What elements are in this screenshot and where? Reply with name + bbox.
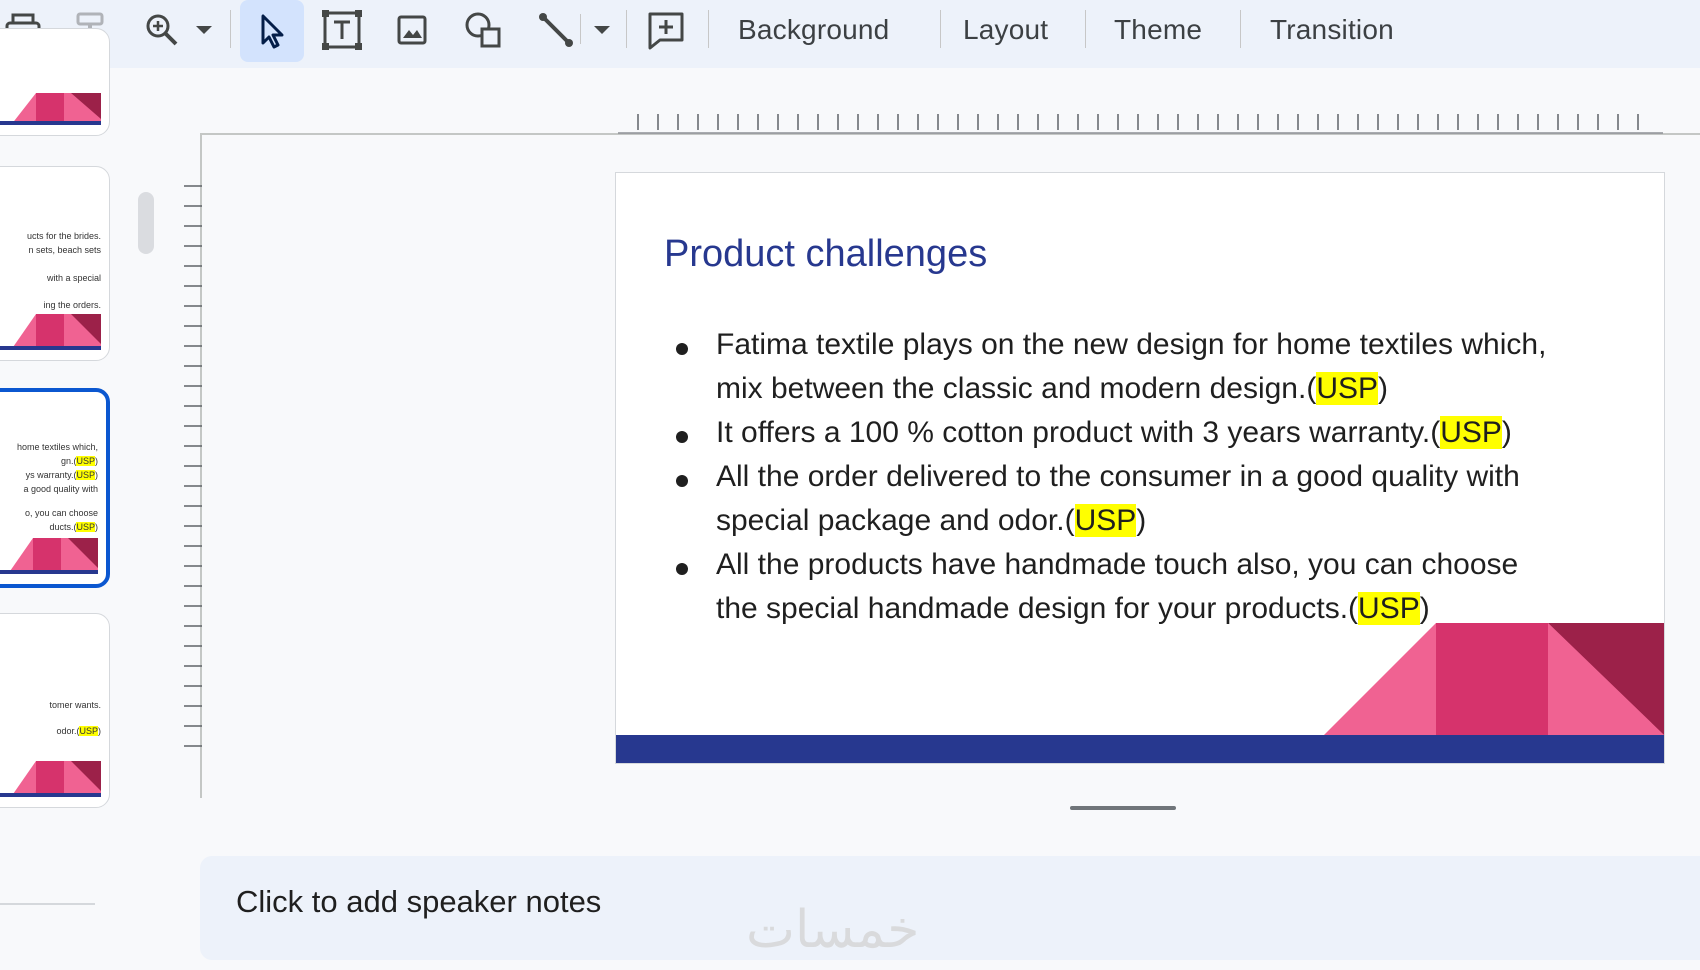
thumbnail-text: ducts.(USP) xyxy=(49,522,98,532)
slide[interactable]: Product challenges Fatima textile plays … xyxy=(615,172,1665,764)
text-box-icon[interactable] xyxy=(320,8,364,52)
transition-button[interactable]: Transition xyxy=(1270,10,1394,50)
toolbar-divider xyxy=(708,10,709,48)
toolbar-divider xyxy=(940,10,941,48)
thumbnail-text: home textiles which, xyxy=(16,442,98,452)
line-icon[interactable] xyxy=(534,8,578,52)
bullet-item[interactable]: Fatima textile plays on the new design f… xyxy=(664,323,1664,411)
usp-highlight: USP xyxy=(1074,504,1137,537)
bullet-text: ) xyxy=(1501,416,1512,449)
thumbnail-text: ucts for the brides. xyxy=(26,231,101,241)
filmstrip-divider xyxy=(0,903,95,905)
thumbnail-text: n sets, beach sets xyxy=(28,245,101,255)
toolbar-divider xyxy=(1240,10,1241,48)
bullet-item[interactable]: All the products have handmade touch als… xyxy=(664,543,1664,631)
bullet-text: It offers a 100 % cotton product with 3 … xyxy=(716,416,1441,449)
filmstrip-scrollbar[interactable] xyxy=(138,192,154,254)
toolbar-divider xyxy=(230,10,231,48)
bullet-text: ) xyxy=(1378,372,1388,405)
line-dropdown-chevron-down-icon[interactable] xyxy=(592,20,612,40)
bullet-text: All the order delivered to the consumer … xyxy=(716,460,1520,493)
speaker-notes[interactable]: Click to add speaker notes xyxy=(200,856,1700,960)
speaker-notes-placeholder[interactable]: Click to add speaker notes xyxy=(236,884,601,920)
slide-title[interactable]: Product challenges xyxy=(664,233,987,276)
thumbnail-decoration xyxy=(0,538,98,574)
slide-thumbnail-4[interactable]: tomer wants. odor.(USP) xyxy=(0,613,110,808)
thumbnail-decoration xyxy=(0,761,101,797)
select-icon[interactable] xyxy=(240,0,304,62)
slide-footer-band xyxy=(616,735,1664,763)
thumbnail-decoration xyxy=(0,93,101,125)
usp-highlight: USP xyxy=(1316,372,1378,405)
usp-highlight: USP xyxy=(1358,592,1420,625)
thumbnail-text: ys warranty.(USP) xyxy=(25,470,98,480)
thumbnail-text: tomer wants. xyxy=(49,700,101,710)
bullet-text: ) xyxy=(1136,504,1147,537)
bullet-dot xyxy=(676,563,688,575)
bullet-text: All the products have handmade touch als… xyxy=(716,548,1519,581)
thumbnail-text: ing the orders. xyxy=(43,300,101,310)
usp-highlight: USP xyxy=(1440,416,1502,449)
toolbar: Background Layout Theme Transition xyxy=(0,0,1700,68)
bullet-item[interactable]: All the order delivered to the consumer … xyxy=(664,455,1664,543)
toolbar-divider xyxy=(626,10,627,48)
bullet-item[interactable]: It offers a 100 % cotton product with 3 … xyxy=(664,411,1664,455)
toolbar-divider xyxy=(1085,10,1086,48)
layout-button[interactable]: Layout xyxy=(963,10,1048,50)
comment-icon[interactable] xyxy=(644,8,688,52)
thumbnail-text: with a special xyxy=(46,273,101,283)
vertical-ruler xyxy=(184,185,202,747)
zoom-dropdown-chevron-down-icon[interactable] xyxy=(194,20,214,40)
bullet-text: ) xyxy=(1419,592,1430,625)
bullet-text: the special handmade design for your pro… xyxy=(716,592,1359,625)
bullet-dot xyxy=(676,343,688,355)
horizontal-ruler xyxy=(618,114,1663,134)
slide-thumbnail-2[interactable]: ucts for the brides. n sets, beach sets … xyxy=(0,166,110,361)
theme-button[interactable]: Theme xyxy=(1114,10,1202,50)
slide-thumbnail-3-selected[interactable]: home textiles which, gn.(USP) ys warrant… xyxy=(0,388,110,588)
thumbnail-decoration xyxy=(0,314,101,350)
shape-icon[interactable] xyxy=(462,8,506,52)
bullet-dot xyxy=(676,431,688,443)
background-button[interactable]: Background xyxy=(738,10,889,50)
thumbnail-text: o, you can choose xyxy=(24,508,98,518)
thumbnail-text: a good quality with xyxy=(23,484,98,494)
slide-decoration xyxy=(1324,623,1664,735)
bullet-text: special package and odor.( xyxy=(716,504,1075,537)
zoom-icon[interactable] xyxy=(142,10,182,50)
thumbnail-text: gn.(USP) xyxy=(60,456,98,466)
toolbar-divider xyxy=(580,14,581,44)
thumbnail-text: odor.(USP) xyxy=(56,726,101,736)
bullet-dot xyxy=(676,475,688,487)
bullet-text: mix between the classic and modern desig… xyxy=(716,372,1317,405)
bullet-list[interactable]: Fatima textile plays on the new design f… xyxy=(664,323,1664,631)
slide-filmstrip: ucts for the brides. n sets, beach sets … xyxy=(0,28,154,905)
bullet-text: Fatima textile plays on the new design f… xyxy=(716,328,1547,361)
image-icon[interactable] xyxy=(392,10,432,50)
watermark-logo: خمسات xyxy=(746,900,920,960)
slide-thumbnail-1[interactable] xyxy=(0,28,110,136)
notes-resize-handle[interactable] xyxy=(1070,806,1176,810)
